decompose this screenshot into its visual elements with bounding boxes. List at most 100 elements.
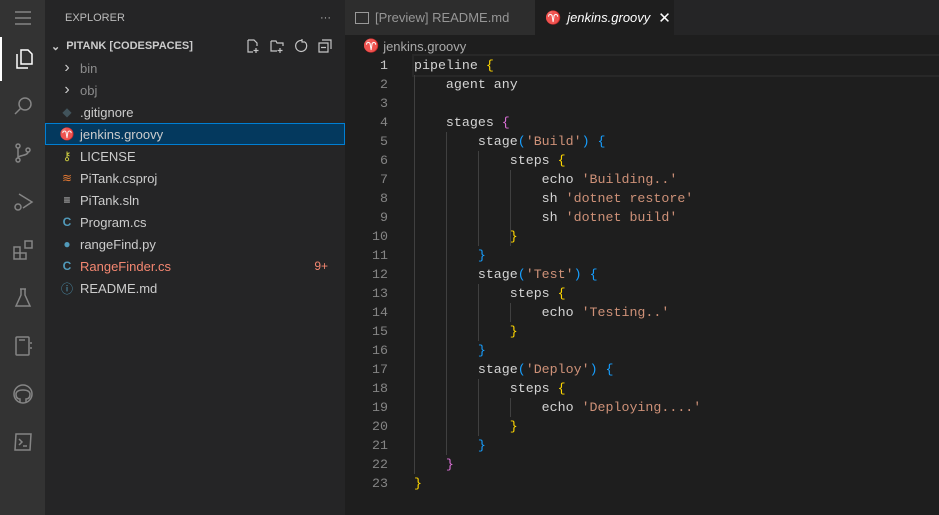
file-item[interactable]: › bin [45, 57, 345, 79]
code-line: 9 sh 'dotnet build' [345, 208, 939, 227]
line-number: 6 [380, 153, 388, 168]
string-token: 'Building..' [581, 172, 678, 187]
file-name: LICENSE [80, 148, 136, 164]
code-line: 17 stage('Deploy') { [345, 360, 939, 379]
bracket-token: ( [517, 134, 526, 149]
line-number: 15 [372, 324, 388, 339]
run-debug-icon[interactable] [0, 180, 45, 224]
bracket-token: { [605, 362, 614, 377]
file-item[interactable]: › obj [45, 79, 345, 101]
line-number: 9 [380, 210, 388, 225]
chevron-right-icon: › [64, 81, 70, 98]
line-number: 4 [380, 115, 388, 130]
explorer-icon[interactable] [0, 37, 45, 81]
chevron-down-icon: ⌄ [51, 40, 61, 53]
workspace-title: PITANK [CODESPACES] [66, 40, 193, 52]
code-token: agent any [414, 77, 518, 92]
line-content: pipeline { [412, 54, 939, 77]
csharp-icon: C [62, 215, 72, 229]
line-number: 10 [372, 229, 388, 244]
file-item[interactable]: ≡ PiTank.sln [45, 189, 345, 211]
file-name: PiTank.csproj [80, 170, 158, 186]
file-item[interactable]: C Program.cs [45, 211, 345, 233]
code-line: 15 } [345, 322, 939, 341]
line-number: 13 [372, 286, 388, 301]
code-line: 13 steps { [345, 284, 939, 303]
breadcrumb-file[interactable]: jenkins.groovy [383, 39, 466, 54]
code-editor[interactable]: 1 pipeline {2 agent any 3 4 stages {5 stage… [345, 54, 939, 515]
file-item[interactable]: C RangeFinder.cs 9+ [45, 255, 345, 277]
jenkins-icon: ♈ [545, 9, 562, 25]
file-item[interactable]: ♈ jenkins.groovy [45, 123, 345, 145]
new-file-icon[interactable] [245, 38, 261, 54]
python-icon: ● [63, 237, 71, 251]
testing-icon[interactable] [0, 276, 45, 320]
line-content: echo 'Deploying....' [414, 398, 939, 417]
tab-readme-preview[interactable]: [Preview] README.md [345, 0, 535, 35]
file-item[interactable]: ◆ .gitignore [45, 101, 345, 123]
code-token: sh [414, 191, 566, 206]
file-name: RangeFinder.cs [80, 258, 172, 274]
line-number: 11 [372, 248, 388, 263]
line-content: } [414, 474, 939, 493]
explorer-sidebar: EXPLORER ··· ⌄ PITANK [CODESPACES] › bin › o… [45, 0, 345, 515]
extensions-icon[interactable] [0, 228, 45, 272]
code-token: stage [414, 267, 518, 282]
collapse-all-icon[interactable] [317, 38, 333, 54]
refresh-icon[interactable] [293, 38, 309, 54]
bracket-token: { [485, 58, 494, 73]
code-line: 6 steps { [345, 151, 939, 170]
close-tab-button[interactable]: ✕ [658, 9, 671, 27]
tab-label: [Preview] README.md [375, 10, 510, 25]
line-content: } [414, 417, 939, 436]
code-line: 10 } [345, 227, 939, 246]
bracket-token: } [477, 248, 486, 263]
github-icon[interactable] [0, 372, 45, 416]
jenkins-icon: ♈ [59, 127, 75, 141]
file-name: obj [80, 82, 98, 98]
line-number: 7 [380, 172, 388, 187]
code-token: steps [414, 153, 558, 168]
code-token: echo [414, 400, 582, 415]
line-number: 19 [372, 400, 388, 415]
line-number: 22 [372, 457, 388, 472]
line-number: 21 [372, 438, 388, 453]
indent-guide [478, 151, 479, 246]
preview-icon [355, 11, 369, 24]
tab-bar: [Preview] README.md ♈ jenkins.groovy ✕ [345, 0, 939, 35]
new-folder-icon[interactable] [269, 38, 285, 54]
workspace-section-header[interactable]: ⌄ PITANK [CODESPACES] [45, 35, 345, 57]
search-icon[interactable] [0, 84, 45, 128]
source-control-icon[interactable] [0, 131, 45, 175]
file-item[interactable]: ≋ PiTank.csproj [45, 167, 345, 189]
indent-guide [478, 284, 479, 341]
bracket-token: { [589, 267, 598, 282]
terminal-icon[interactable] [0, 420, 45, 464]
line-number: 20 [372, 419, 388, 434]
code-line: 20 } [345, 417, 939, 436]
code-line: 12 stage('Test') { [345, 265, 939, 284]
line-content: echo 'Building..' [414, 170, 939, 189]
code-line: 1 pipeline { [345, 54, 939, 77]
code-token: echo [414, 172, 582, 187]
line-number: 2 [380, 77, 388, 92]
line-content: stage('Deploy') { [414, 360, 939, 379]
explorer-title: EXPLORER [65, 11, 125, 24]
more-actions-button[interactable]: ··· [320, 12, 331, 24]
menu-icon[interactable] [0, 0, 45, 35]
tab-jenkins-groovy[interactable]: ♈ jenkins.groovy ✕ [535, 0, 674, 35]
line-content: } [414, 436, 939, 455]
file-item[interactable]: ● rangeFind.py [45, 233, 345, 255]
file-item[interactable]: ⓘ README.md [45, 277, 345, 299]
file-name: .gitignore [80, 104, 134, 120]
notebook-icon[interactable] [0, 324, 45, 368]
file-item[interactable]: ⚷ LICENSE [45, 145, 345, 167]
file-name: README.md [80, 280, 158, 296]
code-line: 18 steps { [345, 379, 939, 398]
rss-icon: ≋ [61, 171, 73, 185]
line-content: } [414, 341, 939, 360]
bracket-token: } [445, 457, 454, 472]
